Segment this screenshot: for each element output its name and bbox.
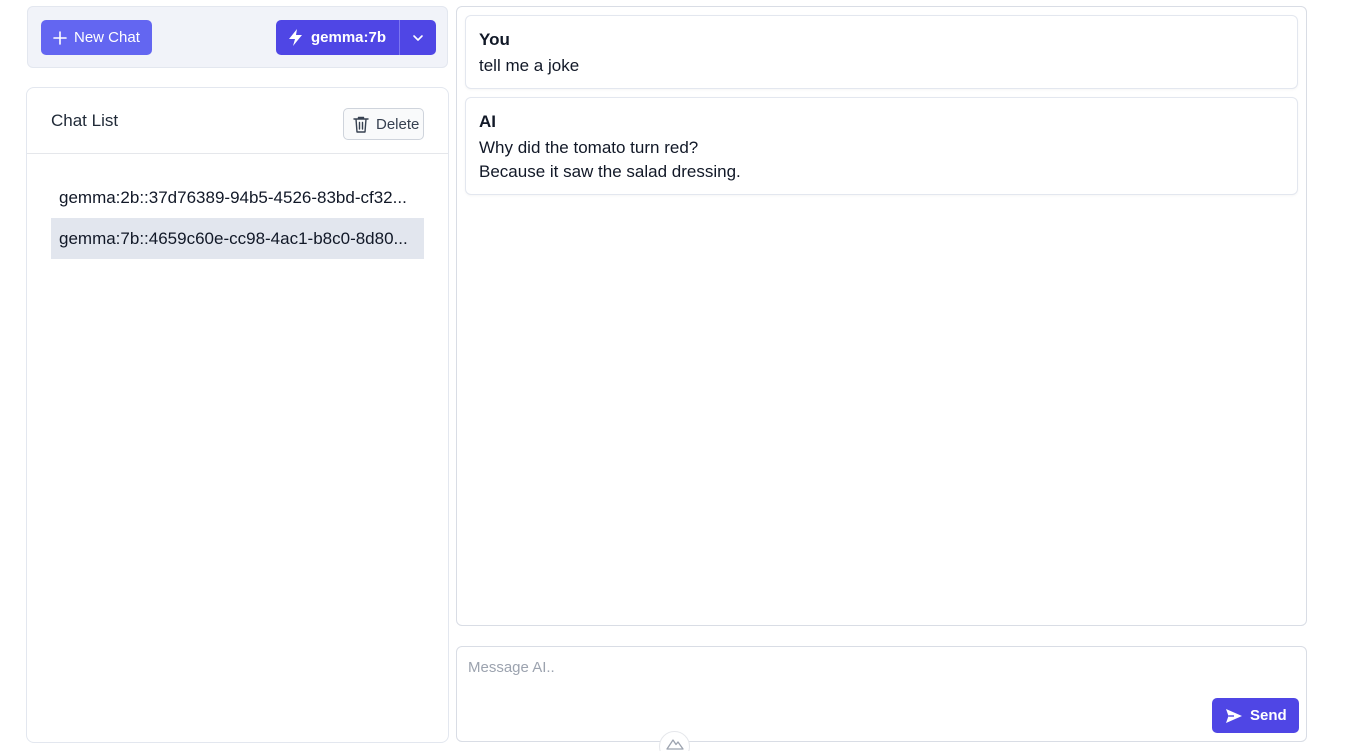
model-dropdown-button[interactable] — [400, 20, 436, 55]
send-button[interactable]: Send — [1212, 698, 1299, 733]
chat-list: gemma:2b::37d76389-94b5-4526-83bd-cf32..… — [51, 177, 424, 259]
model-label: gemma:7b — [311, 29, 387, 46]
message-author: You — [479, 30, 510, 49]
delete-label: Delete — [376, 115, 420, 133]
ai-message: AI Why did the tomato turn red? Because … — [465, 97, 1298, 195]
chat-list-header: Chat List Delete — [27, 88, 448, 154]
message-input[interactable] — [468, 659, 1288, 699]
message-author: AI — [479, 112, 496, 131]
plus-icon — [53, 30, 67, 45]
message-text: tell me a joke — [479, 56, 580, 75]
send-icon — [1226, 708, 1242, 723]
mountain-icon — [665, 739, 684, 750]
model-button[interactable]: gemma:7b — [276, 20, 399, 55]
chat-list-item[interactable]: gemma:2b::37d76389-94b5-4526-83bd-cf32..… — [51, 177, 424, 218]
chat-list-item-active[interactable]: gemma:7b::4659c60e-cc98-4ac1-b8c0-8d80..… — [51, 218, 424, 259]
lightning-icon — [289, 29, 302, 46]
new-chat-button[interactable]: New Chat — [41, 20, 152, 55]
model-selector: gemma:7b — [276, 20, 436, 55]
chevron-down-icon — [413, 34, 423, 41]
top-toolbar: New Chat gemma:7b — [27, 6, 448, 68]
trash-icon — [353, 116, 369, 133]
message-text: Why did the tomato turn red? — [479, 138, 699, 157]
send-label: Send — [1250, 707, 1287, 724]
app-root: New Chat gemma:7b Chat List Delete gemma… — [0, 0, 1345, 751]
message-panel: You tell me a joke AI Why did the tomato… — [456, 6, 1307, 626]
user-message: You tell me a joke — [465, 15, 1298, 89]
delete-button[interactable]: Delete — [343, 108, 424, 140]
chat-list-title: Chat List — [51, 111, 119, 130]
chat-list-panel: Chat List Delete gemma:2b::37d76389-94b5… — [26, 87, 449, 743]
message-composer: Send — [456, 646, 1307, 742]
new-chat-label: New Chat — [74, 29, 140, 46]
message-text: Because it saw the salad dressing. — [479, 162, 741, 181]
